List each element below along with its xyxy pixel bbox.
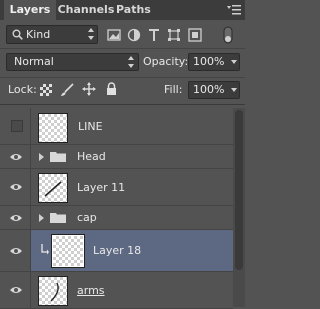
tab-paths[interactable]: Paths <box>116 0 151 20</box>
layer-name[interactable]: arms <box>77 272 105 309</box>
layer-name[interactable]: Layer 11 <box>77 169 125 206</box>
eye-icon <box>10 248 22 254</box>
panel-tabs: Layers Channels Paths <box>0 0 245 20</box>
eye-icon <box>10 154 22 160</box>
divider <box>0 77 245 78</box>
lock-transparent-icon[interactable] <box>40 84 52 96</box>
eye-icon <box>10 215 22 221</box>
layer-row-head[interactable]: Head <box>0 145 233 169</box>
expand-arrow-icon[interactable] <box>39 214 44 222</box>
lock-all-icon[interactable] <box>106 82 117 96</box>
visibility-toggle[interactable] <box>0 230 31 271</box>
folder-icon <box>50 152 66 162</box>
fill-input[interactable]: 100% <box>188 81 240 99</box>
fill-label: Fill: <box>164 83 183 96</box>
layer-row-layer-18[interactable]: Layer 18 <box>0 230 233 272</box>
layer-name[interactable]: cap <box>77 206 97 230</box>
eye-icon <box>10 287 22 293</box>
layer-row-cap[interactable]: cap <box>0 206 233 230</box>
fill-value: 100% <box>193 83 225 96</box>
visibility-toggle[interactable] <box>0 169 31 205</box>
stroke-preview-icon <box>50 282 59 302</box>
visibility-toggle[interactable] <box>0 206 31 229</box>
stroke-preview-icon <box>44 181 62 197</box>
divider <box>0 48 245 49</box>
lock-position-icon[interactable] <box>82 82 96 96</box>
layer-name[interactable]: LINE <box>78 108 103 145</box>
type-filter-icon[interactable] <box>147 28 161 42</box>
visibility-off-box <box>11 120 23 132</box>
layer-thumbnail <box>51 234 85 268</box>
chevron-down-icon <box>231 60 237 64</box>
tab-layers[interactable]: Layers <box>4 0 56 20</box>
eye-icon <box>10 184 22 190</box>
visibility-toggle[interactable] <box>0 145 31 168</box>
scrollbar-thumb[interactable] <box>235 110 243 270</box>
chevron-up-down-icon <box>128 56 135 68</box>
layer-thumbnail <box>38 173 68 203</box>
clipping-mask-icon <box>41 244 49 255</box>
visibility-toggle[interactable] <box>0 108 31 144</box>
opacity-value: 100% <box>193 55 225 68</box>
chevron-down-icon <box>231 88 237 92</box>
pixel-filter-icon[interactable] <box>107 28 121 42</box>
adjustment-filter-icon[interactable] <box>127 28 141 42</box>
lock-image-icon[interactable] <box>60 83 74 97</box>
panel-menu-icon[interactable] <box>227 4 241 16</box>
filter-kind-label: Kind <box>26 28 51 41</box>
layer-name[interactable]: Layer 18 <box>93 230 141 272</box>
layer-row-layer-11[interactable]: Layer 11 <box>0 169 233 206</box>
layer-thumbnail <box>38 113 68 143</box>
chevron-up-down-icon <box>88 28 95 40</box>
blend-mode-select[interactable]: Normal <box>6 53 139 71</box>
visibility-toggle[interactable] <box>0 272 31 308</box>
lock-label: Lock: <box>8 83 37 96</box>
filter-toggle-icon[interactable] <box>222 26 234 44</box>
layer-row-line[interactable]: LINE <box>0 108 233 145</box>
filter-kind-select[interactable]: Kind <box>6 25 98 44</box>
layer-thumbnail <box>38 276 68 306</box>
divider <box>0 104 245 105</box>
layers-list: LINE Head Layer 11 cap Layer 18 arms <box>0 108 233 309</box>
layers-panel: Layers Channels Paths Kind Normal Opacit… <box>0 0 245 309</box>
shape-filter-icon[interactable] <box>167 28 181 42</box>
layer-row-arms[interactable]: arms <box>0 272 233 309</box>
layer-name[interactable]: Head <box>77 145 106 169</box>
opacity-label: Opacity: <box>143 55 189 68</box>
expand-arrow-icon[interactable] <box>39 153 44 161</box>
search-icon <box>12 29 23 40</box>
tab-channels[interactable]: Channels <box>56 0 116 20</box>
blend-mode-value: Normal <box>14 55 54 68</box>
folder-icon <box>50 213 66 223</box>
opacity-input[interactable]: 100% <box>188 53 240 71</box>
smart-object-filter-icon[interactable] <box>188 28 202 42</box>
